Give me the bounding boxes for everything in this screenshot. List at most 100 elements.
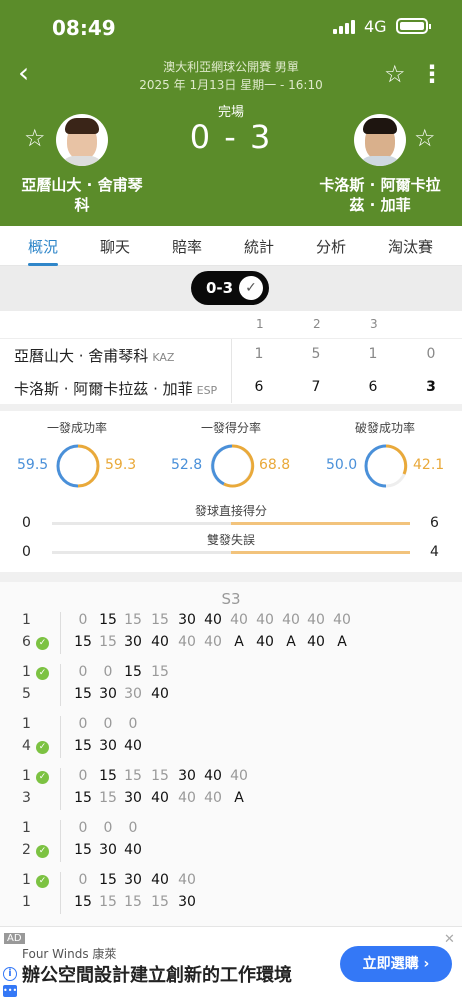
- follow-right-player-star-icon[interactable]: ☆: [414, 124, 436, 152]
- point-score-bottom: 15: [99, 634, 117, 650]
- stat-label: 一發得分率: [200, 421, 261, 435]
- game-score-bottom: 5: [22, 686, 31, 702]
- set-score: 1: [254, 346, 264, 362]
- point-score-top: 15: [124, 612, 142, 628]
- point-score-top: 40: [256, 612, 274, 628]
- point-score-bottom: 30: [99, 738, 117, 754]
- ad-choices-icon[interactable]: •••: [3, 985, 17, 997]
- point-score-top: 40: [204, 612, 222, 628]
- point-score-bottom: 15: [151, 894, 169, 910]
- point-score-top: 15: [124, 768, 142, 784]
- player-name: 亞曆山大 · 舍甫琴科: [14, 347, 149, 365]
- ring-chart-break-points: [364, 444, 408, 488]
- point-score-top: 40: [282, 612, 300, 628]
- point-score-top: 15: [151, 768, 169, 784]
- point-score-top: 40: [230, 768, 248, 784]
- point-score-bottom: 30: [99, 686, 117, 702]
- total-sets: 3: [426, 379, 436, 395]
- divider: [60, 716, 61, 758]
- point-score-top: 15: [99, 872, 117, 888]
- point-score-top: 40: [204, 768, 222, 784]
- game-score-top: 1: [22, 768, 31, 784]
- point-score-top: 0: [78, 872, 88, 888]
- point-score-top: 15: [99, 768, 117, 784]
- divider: [60, 612, 61, 654]
- set-header-3: 3: [370, 317, 378, 331]
- info-icon[interactable]: i: [3, 967, 17, 981]
- tab-knockout[interactable]: 淘汰賽: [388, 236, 433, 257]
- stat-right-value: 42.1: [413, 457, 445, 473]
- check-icon: ✓: [239, 276, 263, 300]
- double-faults-bar: [52, 551, 410, 554]
- divider: [60, 820, 61, 862]
- point-score-bottom: 40: [307, 634, 325, 650]
- serve-ball-icon: ✓: [36, 667, 49, 680]
- point-by-point: S3 1 6 ✓ 0 15 15 15 30 40 40 40 40 40 40 15 15 30 40 40 40 A…: [0, 582, 462, 926]
- ad-cta-button[interactable]: 立即選購 ›: [340, 946, 452, 982]
- stat-label: 破發成功率: [354, 421, 415, 435]
- stat-label: 一發成功率: [46, 421, 107, 435]
- network-type: 4G: [364, 17, 387, 36]
- point-score-bottom: 40: [151, 634, 169, 650]
- point-score-bottom: 30: [99, 842, 117, 858]
- point-score-bottom: A: [234, 790, 244, 806]
- ad-title[interactable]: 辦公空間設計建立創新的工作環境: [22, 961, 292, 987]
- point-score-top: 30: [178, 768, 196, 784]
- point-score-top: 40: [307, 612, 325, 628]
- point-score-top: 40: [333, 612, 351, 628]
- more-menu-icon[interactable]: ⋮: [420, 60, 444, 88]
- set-label: S3: [221, 590, 241, 608]
- point-score-top: 15: [124, 664, 142, 680]
- point-score-bottom: 15: [74, 738, 92, 754]
- country-code: KAZ: [152, 351, 175, 364]
- right-player-name[interactable]: 卡洛斯 · 阿爾卡拉茲 · 加菲: [316, 175, 444, 215]
- aces-bar: [52, 522, 410, 525]
- set-pill-score: 0-3: [206, 279, 234, 297]
- stat-right-value: 59.3: [105, 457, 137, 473]
- point-score-bottom: 15: [74, 894, 92, 910]
- point-score-bottom: 40: [204, 634, 222, 650]
- set-header-1: 1: [256, 317, 264, 331]
- tab-analysis[interactable]: 分析: [316, 236, 346, 257]
- stat-left-value: 50.0: [326, 457, 358, 473]
- point-score-top: 0: [78, 820, 88, 836]
- scoreboard-player-left: 亞曆山大 · 舍甫琴科 KAZ: [14, 345, 174, 366]
- game-score-top: 1: [22, 872, 31, 888]
- divider: [231, 339, 232, 403]
- game-score-bottom: 3: [22, 790, 31, 806]
- game-score-top: 1: [22, 716, 31, 732]
- tab-overview[interactable]: 概況: [28, 236, 58, 257]
- follow-left-player-star-icon[interactable]: ☆: [24, 124, 46, 152]
- point-score-top: 0: [103, 820, 113, 836]
- close-icon[interactable]: ✕: [444, 932, 455, 947]
- tab-stats[interactable]: 統計: [244, 236, 274, 257]
- battery-icon: [396, 18, 431, 34]
- double-faults-right: 4: [430, 544, 439, 560]
- tab-chat[interactable]: 聊天: [100, 236, 130, 257]
- point-score-top: 15: [151, 664, 169, 680]
- right-player-avatar[interactable]: [354, 114, 406, 166]
- point-score-bottom: 40: [124, 738, 142, 754]
- serve-ball-icon: ✓: [36, 741, 49, 754]
- point-score-bottom: 40: [204, 790, 222, 806]
- ad-banner[interactable]: AD Four Winds 康萊 辦公空間設計建立創新的工作環境 i ••• 立…: [0, 926, 462, 1000]
- tab-odds[interactable]: 賠率: [172, 236, 202, 257]
- point-score-top: 15: [151, 612, 169, 628]
- ring-chart-first-serve: [56, 444, 100, 488]
- set-header-2: 2: [313, 317, 321, 331]
- favorite-star-icon[interactable]: ☆: [384, 60, 406, 88]
- point-score-top: 40: [178, 872, 196, 888]
- divider: [60, 872, 61, 914]
- player-name: 卡洛斯 · 阿爾卡拉茲 · 加菲: [14, 380, 193, 398]
- left-player-avatar[interactable]: [56, 114, 108, 166]
- set-score: 6: [254, 379, 264, 395]
- point-score-bottom: 30: [124, 634, 142, 650]
- game-score-bottom: 6: [22, 634, 31, 650]
- point-score-top: 30: [124, 872, 142, 888]
- set-score-pill[interactable]: 0-3 ✓: [191, 271, 269, 305]
- set-score: 7: [311, 379, 321, 395]
- aces-label: 發球直接得分: [194, 504, 267, 518]
- left-player-name[interactable]: 亞曆山大 · 舍甫琴科: [18, 175, 146, 215]
- serve-ball-icon: ✓: [36, 637, 49, 650]
- ad-tag: AD: [4, 933, 25, 944]
